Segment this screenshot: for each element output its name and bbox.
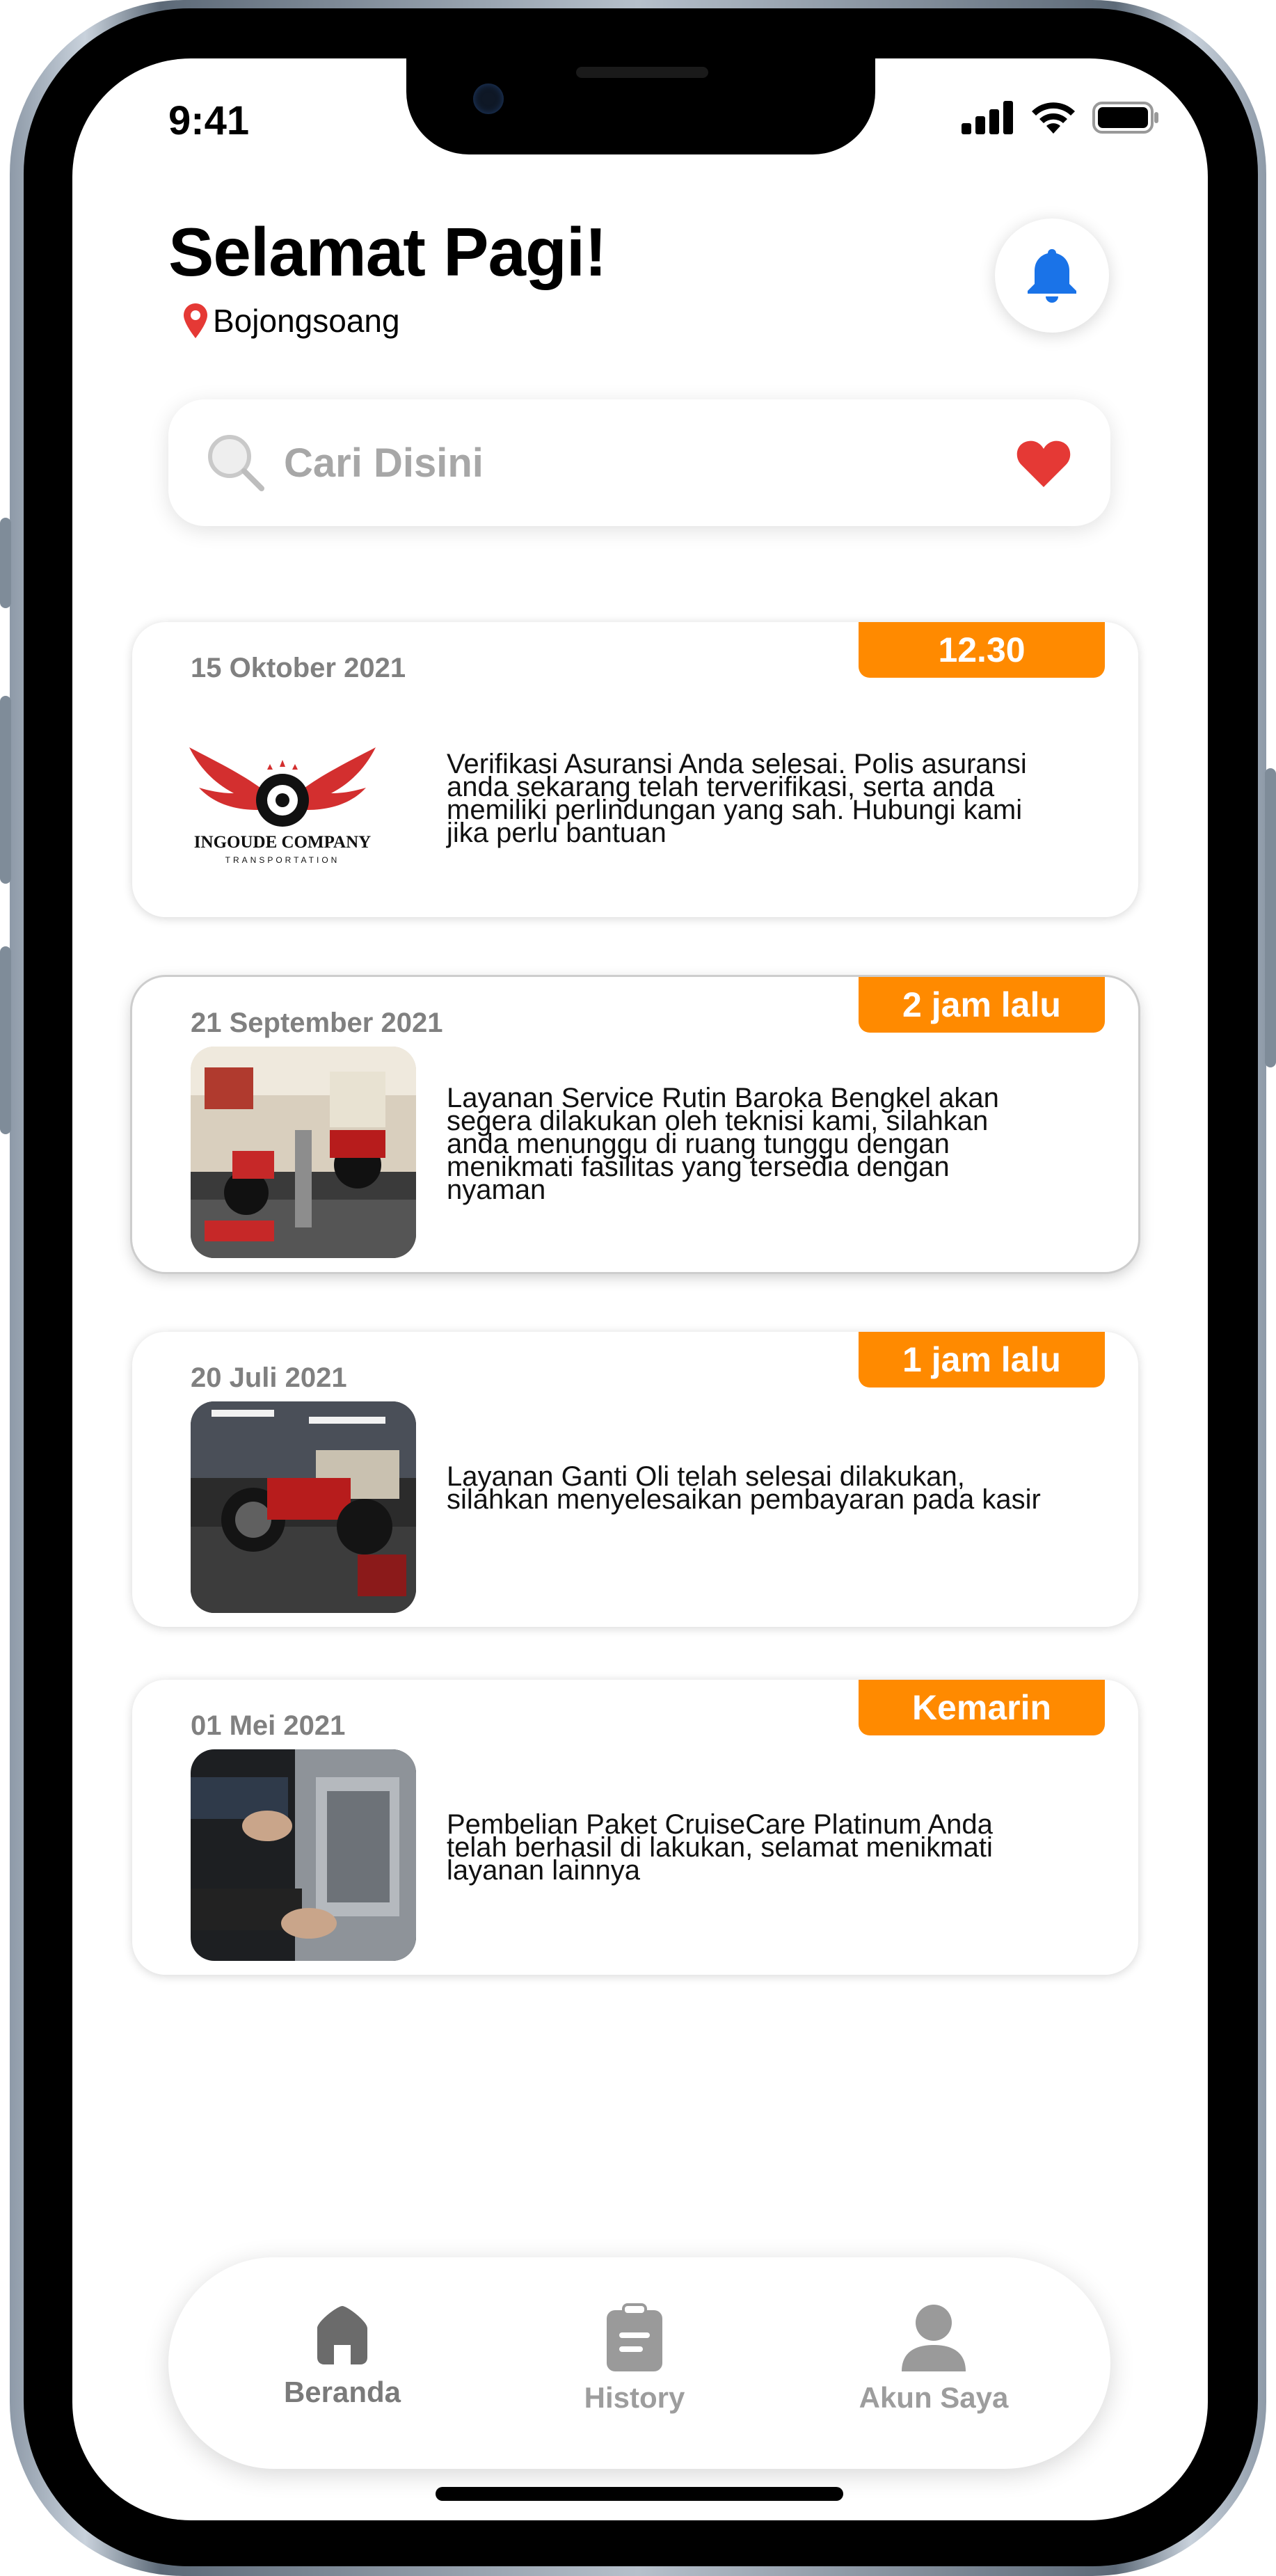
card-message: Pembelian Paket CruiseCare Platinum Anda… <box>447 1809 993 1886</box>
battery-icon <box>1092 102 1158 134</box>
location-pin-icon <box>184 303 207 338</box>
page-title: Selamat Pagi! <box>168 214 607 290</box>
notification-card[interactable]: Kemarin 01 Mei 2021 Pembelian Paket Crui… <box>132 1680 1138 1975</box>
volume-down-button <box>0 946 11 1134</box>
tab-history[interactable]: History <box>544 2303 725 2415</box>
signal-icon <box>962 101 1013 134</box>
notification-card[interactable]: 2 jam lalu 21 September 2021 Layanan Ser… <box>132 977 1138 1272</box>
card-message: Layanan Service Rutin Baroka Bengkel aka… <box>447 1083 999 1205</box>
workshop-photo <box>191 1401 416 1613</box>
action-button <box>0 518 11 608</box>
camera-icon <box>473 84 504 114</box>
logo-subtext: TRANSPORTATION <box>225 855 340 865</box>
status-time: 9:41 <box>168 98 250 143</box>
logo-text: INGOUDE COMPANY <box>194 833 371 852</box>
power-button <box>1265 768 1276 1067</box>
time-badge: 2 jam lalu <box>859 977 1105 1033</box>
speaker-grille <box>576 67 708 78</box>
tab-label: History <box>584 2381 685 2414</box>
tab-label: Beranda <box>283 2376 401 2408</box>
search-bar[interactable] <box>168 399 1110 526</box>
location-label[interactable]: Bojongsoang <box>184 302 400 340</box>
card-date: 01 Mei 2021 <box>191 1710 346 1741</box>
tab-label: Akun Saya <box>859 2381 1009 2414</box>
search-icon <box>208 435 264 491</box>
home-icon <box>317 2306 367 2364</box>
tab-beranda[interactable]: Beranda <box>252 2303 433 2409</box>
company-logo: INGOUDE COMPANY TRANSPORTATION <box>185 725 380 878</box>
card-message: Layanan Ganti Oli telah selesai dilakuka… <box>447 1461 1041 1515</box>
card-message: Verifikasi Asuransi Anda selesai. Polis … <box>447 749 1027 848</box>
app-screen: 9:41 Selamat Pagi! Bojongsoang Cari Disi… <box>72 58 1208 2520</box>
tab-akun-saya[interactable]: Akun Saya <box>843 2303 1024 2415</box>
clipboard-icon <box>607 2303 662 2371</box>
home-indicator[interactable] <box>436 2487 843 2501</box>
heart-icon[interactable] <box>1016 440 1071 488</box>
status-icons <box>962 100 1159 135</box>
dynamic-notch <box>406 58 875 154</box>
engine-photo <box>191 1749 416 1961</box>
card-date: 21 September 2021 <box>191 1008 443 1038</box>
wifi-icon <box>1032 102 1075 134</box>
location-text: Bojongsoang <box>213 303 400 339</box>
bell-icon <box>1028 249 1076 303</box>
notification-button[interactable] <box>995 218 1109 333</box>
bottom-tab-bar: Beranda History Akun Saya <box>168 2257 1110 2469</box>
card-date: 20 Juli 2021 <box>191 1362 347 1393</box>
time-badge: 12.30 <box>859 622 1105 678</box>
time-badge: Kemarin <box>859 1680 1105 1735</box>
notification-card[interactable]: 12.30 15 Oktober 2021 INGOUDE COMPANY TR… <box>132 622 1138 917</box>
workshop-photo <box>191 1047 416 1258</box>
card-date: 15 Oktober 2021 <box>191 653 406 683</box>
notification-card[interactable]: 1 jam lalu 20 Juli 2021 Layanan Ganti Ol… <box>132 1332 1138 1627</box>
search-input[interactable] <box>282 438 981 487</box>
user-icon <box>902 2305 966 2371</box>
time-badge: 1 jam lalu <box>859 1332 1105 1388</box>
volume-up-button <box>0 696 11 884</box>
